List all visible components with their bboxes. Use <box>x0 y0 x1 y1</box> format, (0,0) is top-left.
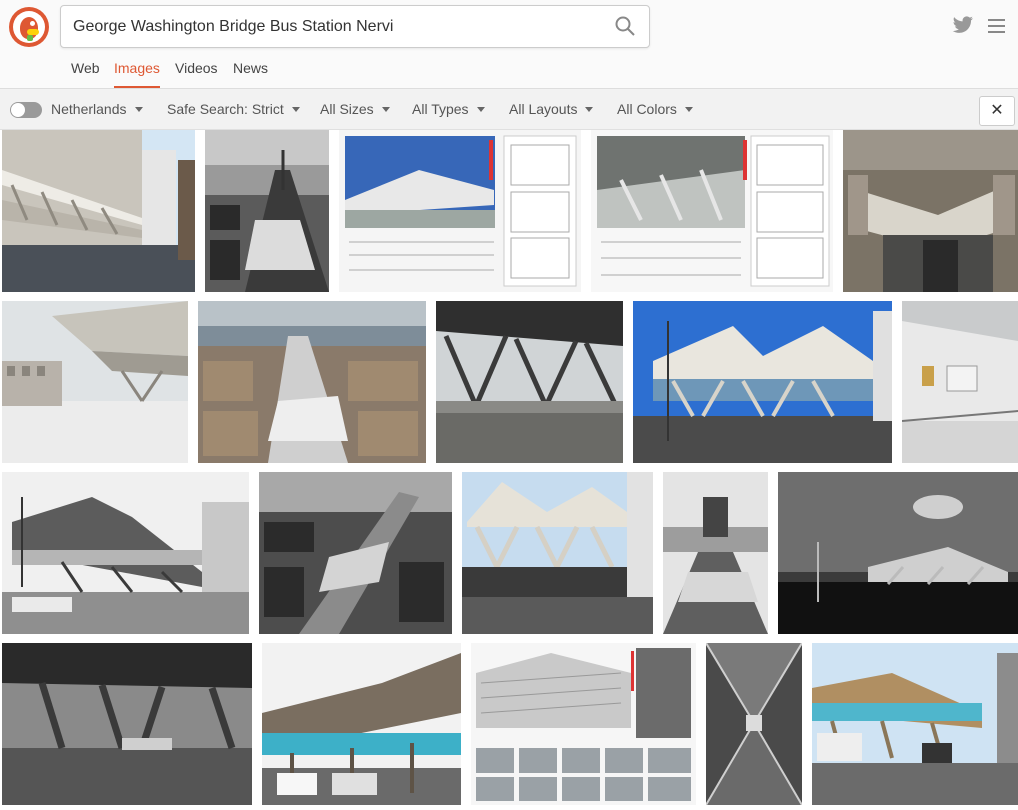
color-dropdown[interactable]: All Colors <box>617 101 693 117</box>
chevron-down-icon <box>476 106 485 112</box>
image-result-5[interactable] <box>843 130 1018 292</box>
duckduckgo-logo[interactable] <box>9 7 49 47</box>
chevron-down-icon <box>134 106 143 112</box>
image-result-17[interactable] <box>262 643 461 805</box>
close-filters-button[interactable]: ✕ <box>979 96 1015 126</box>
image-results-grid <box>0 129 1018 810</box>
color-label: All Colors <box>617 101 677 117</box>
image-result-13[interactable] <box>462 472 653 634</box>
safe-search-label: Safe Search: Strict <box>167 101 284 117</box>
search-input[interactable] <box>71 12 595 42</box>
header: Web Images Videos News <box>0 0 1018 89</box>
image-result-10[interactable] <box>902 301 1018 463</box>
chevron-down-icon <box>291 106 300 112</box>
type-label: All Types <box>412 101 469 117</box>
region-dropdown[interactable]: Netherlands <box>51 101 143 117</box>
region-toggle[interactable] <box>10 102 42 118</box>
filter-bar: Netherlands Safe Search: Strict All Size… <box>0 89 1018 130</box>
image-result-15[interactable] <box>778 472 1018 634</box>
image-result-2[interactable] <box>205 130 329 292</box>
safe-search-dropdown[interactable]: Safe Search: Strict <box>167 101 300 117</box>
image-result-3[interactable] <box>339 130 581 292</box>
chevron-down-icon <box>585 106 594 112</box>
search-box[interactable] <box>60 5 650 48</box>
image-result-14[interactable] <box>663 472 768 634</box>
region-label: Netherlands <box>51 101 127 117</box>
image-result-9[interactable] <box>633 301 892 463</box>
size-label: All Sizes <box>320 101 374 117</box>
image-result-16[interactable] <box>2 643 252 805</box>
image-result-8[interactable] <box>436 301 623 463</box>
tab-videos[interactable]: Videos <box>175 60 218 76</box>
chevron-down-icon <box>684 106 693 112</box>
image-result-12[interactable] <box>259 472 452 634</box>
size-dropdown[interactable]: All Sizes <box>320 101 390 117</box>
image-result-7[interactable] <box>198 301 426 463</box>
chevron-down-icon <box>381 106 390 112</box>
twitter-icon[interactable] <box>952 16 974 34</box>
hamburger-menu-icon[interactable] <box>988 19 1005 33</box>
tab-web[interactable]: Web <box>71 60 100 76</box>
image-result-1[interactable] <box>2 130 195 292</box>
search-icon[interactable] <box>615 16 635 36</box>
image-result-11[interactable] <box>2 472 249 634</box>
tab-images[interactable]: Images <box>114 60 160 88</box>
tab-news[interactable]: News <box>233 60 268 76</box>
image-result-4[interactable] <box>591 130 833 292</box>
image-result-6[interactable] <box>2 301 188 463</box>
image-result-19[interactable] <box>706 643 802 805</box>
image-result-18[interactable] <box>471 643 696 805</box>
layout-label: All Layouts <box>509 101 578 117</box>
image-result-20[interactable] <box>812 643 1018 805</box>
type-dropdown[interactable]: All Types <box>412 101 485 117</box>
layout-dropdown[interactable]: All Layouts <box>509 101 594 117</box>
